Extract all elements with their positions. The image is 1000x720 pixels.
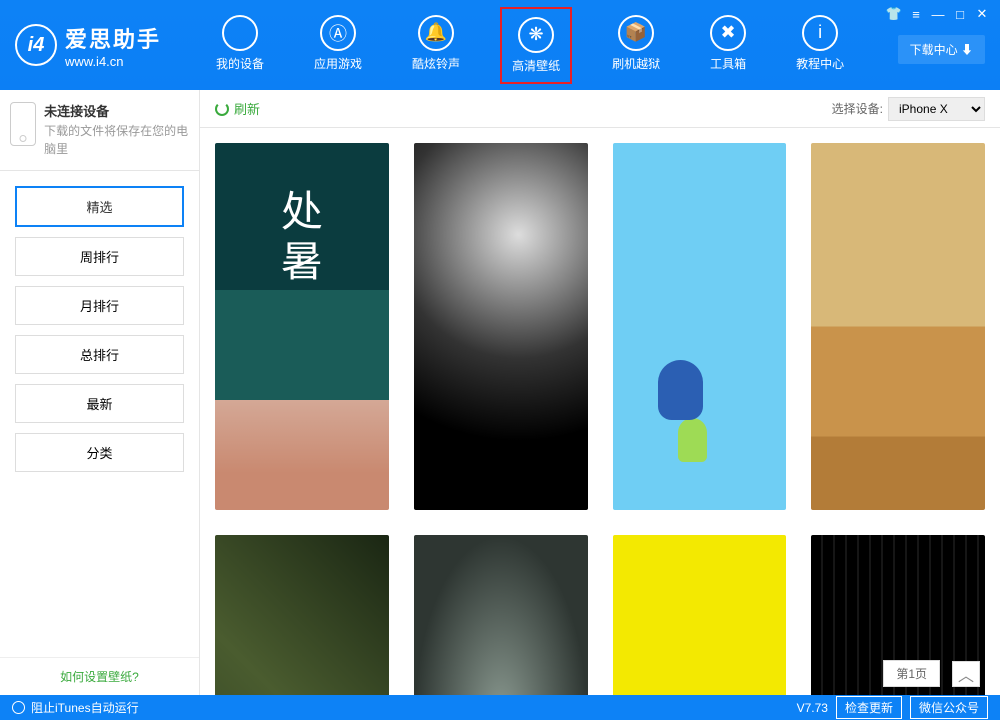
wallpaper-item[interactable] — [414, 535, 588, 695]
nav-flash-jailbreak[interactable]: 📦 刷机越狱 — [602, 7, 670, 84]
info-icon: i — [802, 15, 838, 51]
nav-ringtones[interactable]: 🔔 酷炫铃声 — [402, 7, 470, 84]
check-update-button[interactable]: 检查更新 — [836, 696, 902, 719]
category-weekly[interactable]: 周排行 — [15, 237, 184, 276]
nav-toolbox[interactable]: ✖ 工具箱 — [700, 7, 756, 84]
main-nav: 我的设备 Ⓐ 应用游戏 🔔 酷炫铃声 ❋ 高清壁纸 📦 刷机越狱 ✖ 工具箱 i… — [206, 7, 854, 84]
shirt-icon[interactable]: 👕 — [884, 6, 904, 22]
wallpaper-item[interactable] — [215, 535, 389, 695]
itunes-toggle[interactable]: 阻止iTunes自动运行 — [31, 699, 139, 716]
device-description: 下载的文件将保存在您的电脑里 — [44, 122, 189, 158]
nav-apps-games[interactable]: Ⓐ 应用游戏 — [304, 7, 372, 84]
tools-icon: ✖ — [710, 15, 746, 51]
maximize-button[interactable]: □ — [950, 6, 970, 22]
bell-icon: 🔔 — [418, 15, 454, 51]
category-newest[interactable]: 最新 — [15, 384, 184, 423]
wechat-button[interactable]: 微信公众号 — [910, 696, 988, 719]
category-total[interactable]: 总排行 — [15, 335, 184, 374]
app-title: 爱思助手 — [65, 22, 161, 54]
wallpaper-item[interactable] — [215, 143, 389, 510]
box-icon: 📦 — [618, 15, 654, 51]
category-featured[interactable]: 精选 — [15, 186, 184, 227]
page-indicator[interactable]: 第1页 — [883, 660, 940, 687]
device-status: 未连接设备 — [44, 102, 189, 122]
refresh-button[interactable]: 刷新 — [215, 99, 260, 118]
wallpaper-item[interactable] — [414, 143, 588, 510]
category-list: 精选 周排行 月排行 总排行 最新 分类 — [0, 171, 199, 487]
status-right: V7.73 检查更新 微信公众号 — [797, 696, 988, 719]
scroll-top-button[interactable]: ︿ — [952, 661, 980, 687]
category-types[interactable]: 分类 — [15, 433, 184, 472]
logo-area: i4 爱思助手 www.i4.cn — [0, 22, 181, 69]
status-circle-icon — [12, 701, 25, 714]
download-icon: ⬇ — [961, 43, 973, 57]
version-label: V7.73 — [797, 701, 828, 715]
main-content: 刷新 选择设备: iPhone X — [200, 90, 1000, 695]
header: i4 爱思助手 www.i4.cn 我的设备 Ⓐ 应用游戏 🔔 酷炫铃声 ❋ 高… — [0, 0, 1000, 90]
chevron-up-icon: ︿ — [958, 662, 974, 686]
nav-tutorials[interactable]: i 教程中心 — [786, 7, 854, 84]
flower-icon: ❋ — [518, 17, 554, 53]
device-info: 未连接设备 下载的文件将保存在您的电脑里 — [0, 90, 199, 171]
apps-icon: Ⓐ — [320, 15, 356, 51]
status-bar: 阻止iTunes自动运行 V7.73 检查更新 微信公众号 — [0, 695, 1000, 720]
menu-icon[interactable]: ≡ — [906, 6, 926, 22]
apple-icon — [222, 15, 258, 51]
refresh-icon — [215, 102, 229, 116]
device-select-label: 选择设备: — [832, 100, 883, 117]
phone-icon — [10, 102, 36, 146]
device-select: 选择设备: iPhone X — [832, 97, 985, 121]
wallpaper-item[interactable] — [811, 143, 985, 510]
wallpaper-grid — [200, 128, 1000, 695]
wallpaper-item[interactable] — [613, 535, 787, 695]
help-link[interactable]: 如何设置壁纸? — [0, 657, 199, 695]
minimize-button[interactable]: — — [928, 6, 948, 22]
nav-wallpapers[interactable]: ❋ 高清壁纸 — [500, 7, 572, 84]
wallpaper-item[interactable] — [613, 143, 787, 510]
device-select-dropdown[interactable]: iPhone X — [888, 97, 985, 121]
sidebar: 未连接设备 下载的文件将保存在您的电脑里 精选 周排行 月排行 总排行 最新 分… — [0, 90, 200, 695]
window-controls: 👕 ≡ — □ ✕ — [884, 6, 992, 22]
status-left: 阻止iTunes自动运行 — [12, 699, 139, 716]
download-center-button[interactable]: 下载中心 ⬇ — [898, 35, 985, 64]
close-button[interactable]: ✕ — [972, 6, 992, 22]
nav-my-device[interactable]: 我的设备 — [206, 7, 274, 84]
toolbar: 刷新 选择设备: iPhone X — [200, 90, 1000, 128]
app-url: www.i4.cn — [65, 54, 161, 69]
logo-icon: i4 — [15, 24, 57, 66]
category-monthly[interactable]: 月排行 — [15, 286, 184, 325]
